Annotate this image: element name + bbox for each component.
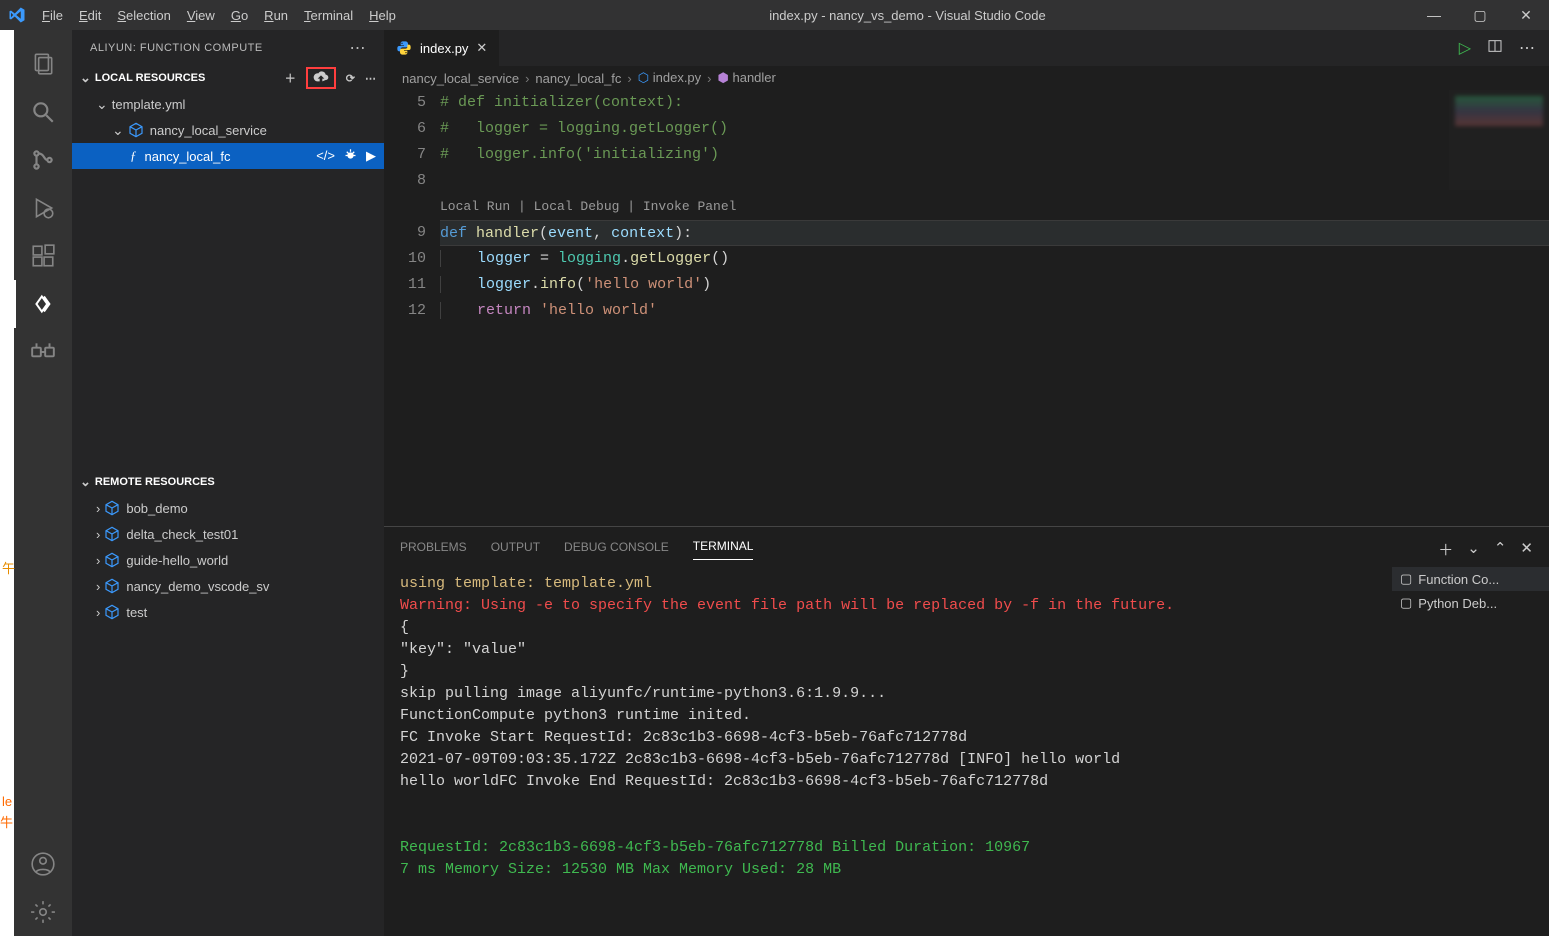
package-icon — [104, 604, 120, 620]
chevron-right-icon: › — [96, 527, 100, 542]
chevron-right-icon: › — [96, 579, 100, 594]
menu-file[interactable]: File — [34, 8, 71, 23]
external-left-strip: 午 le 牛 — [0, 30, 14, 936]
window-controls: ― ▢ ✕ — [1411, 7, 1549, 24]
refresh-icon[interactable]: ⟳ — [346, 72, 355, 85]
python-file-icon — [396, 40, 412, 56]
service-item[interactable]: ⌄ nancy_local_service — [72, 117, 384, 143]
function-icon: ƒ — [130, 148, 137, 164]
bug-icon[interactable] — [343, 148, 358, 164]
package-icon — [104, 578, 120, 594]
search-icon[interactable] — [14, 88, 72, 136]
minimize-button[interactable]: ― — [1411, 7, 1457, 24]
sidebar-title: ALIYUN: FUNCTION COMPUTE ⋯ — [72, 30, 384, 65]
new-terminal-icon[interactable]: ＋ — [1438, 539, 1453, 560]
package-icon — [104, 526, 120, 542]
terminal-entry[interactable]: ▢Function Co... — [1392, 567, 1549, 591]
code-editor[interactable]: 56789101112 # def initializer(context):#… — [384, 90, 1549, 526]
chevron-down-icon: ⌄ — [96, 96, 108, 113]
template-item[interactable]: ⌄ template.yml — [72, 91, 384, 117]
terminal-entry[interactable]: ▢Python Deb... — [1392, 591, 1549, 615]
menu-bar: FileEditSelectionViewGoRunTerminalHelp — [34, 8, 404, 23]
breadcrumb-item[interactable]: ⬡ index.py — [638, 70, 701, 86]
vscode-logo-icon — [0, 6, 34, 24]
account-icon[interactable] — [14, 840, 72, 888]
close-button[interactable]: ✕ — [1503, 7, 1549, 24]
chevron-down-icon: ⌄ — [80, 70, 91, 86]
menu-go[interactable]: Go — [223, 8, 256, 23]
remote-item[interactable]: ›guide-hello_world — [72, 547, 384, 573]
tab-index-py[interactable]: index.py ✕ — [384, 30, 499, 66]
deploy-cloud-icon[interactable] — [306, 67, 336, 89]
aliyun-extension-icon[interactable] — [14, 280, 72, 328]
panel-tab-debug-console[interactable]: DEBUG CONSOLE — [564, 540, 669, 560]
chevron-down-icon: ⌄ — [112, 122, 124, 139]
breadcrumb-item[interactable]: nancy_local_fc — [535, 71, 621, 86]
package-icon — [128, 122, 144, 138]
panel-tab-terminal[interactable]: TERMINAL — [693, 539, 754, 560]
window-title: index.py - nancy_vs_demo - Visual Studio… — [404, 8, 1411, 23]
minimap[interactable] — [1449, 90, 1549, 190]
sidebar: ALIYUN: FUNCTION COMPUTE ⋯ ⌄ LOCAL RESOU… — [72, 30, 384, 936]
menu-terminal[interactable]: Terminal — [296, 8, 361, 23]
chevron-down-icon: ⌄ — [80, 474, 91, 490]
breadcrumb-item[interactable]: nancy_local_service — [402, 71, 519, 86]
chevron-right-icon: › — [96, 501, 100, 516]
remote-item[interactable]: ›bob_demo — [72, 495, 384, 521]
editor-more-icon[interactable]: ⋯ — [1519, 38, 1535, 58]
breadcrumb-item[interactable]: ⬢ handler — [718, 70, 776, 86]
panel-tab-output[interactable]: OUTPUT — [491, 540, 540, 560]
run-debug-icon[interactable] — [14, 184, 72, 232]
activity-bar — [14, 30, 72, 936]
play-icon[interactable]: ▶ — [366, 148, 376, 164]
function-item[interactable]: ƒ nancy_local_fc </> ▶ — [72, 143, 384, 169]
remote-item[interactable]: ›delta_check_test01 — [72, 521, 384, 547]
maximize-button[interactable]: ▢ — [1457, 7, 1503, 24]
remote-icon[interactable] — [14, 328, 72, 376]
section-more-icon[interactable]: ⋯ — [365, 72, 376, 85]
terminal-icon: ▢ — [1400, 595, 1412, 611]
terminal-list: ▢Function Co...▢Python Deb... — [1391, 561, 1549, 936]
code-icon[interactable]: </> — [316, 148, 335, 164]
source-control-icon[interactable] — [14, 136, 72, 184]
chevron-right-icon: › — [96, 605, 100, 620]
local-resources-header[interactable]: ⌄ LOCAL RESOURCES ＋ ⟳ ⋯ — [72, 65, 384, 91]
explorer-icon[interactable] — [14, 40, 72, 88]
panel: PROBLEMSOUTPUTDEBUG CONSOLETERMINAL ＋ ⌄ … — [384, 526, 1549, 936]
terminal-icon: ▢ — [1400, 571, 1412, 587]
panel-tab-problems[interactable]: PROBLEMS — [400, 540, 467, 560]
package-icon — [104, 552, 120, 568]
split-editor-icon[interactable] — [1487, 38, 1503, 58]
remote-item[interactable]: ›test — [72, 599, 384, 625]
editor-area: index.py ✕ ▷ ⋯ nancy_local_service›nancy… — [384, 30, 1549, 936]
chevron-right-icon: › — [96, 553, 100, 568]
menu-run[interactable]: Run — [256, 8, 296, 23]
run-file-icon[interactable]: ▷ — [1459, 38, 1471, 58]
extensions-icon[interactable] — [14, 232, 72, 280]
panel-tabs: PROBLEMSOUTPUTDEBUG CONSOLETERMINAL ＋ ⌄ … — [384, 527, 1549, 561]
tab-close-icon[interactable]: ✕ — [476, 40, 487, 56]
menu-selection[interactable]: Selection — [109, 8, 178, 23]
sidebar-more-icon[interactable]: ⋯ — [350, 38, 367, 58]
panel-maximize-icon[interactable]: ⌃ — [1494, 539, 1507, 560]
settings-gear-icon[interactable] — [14, 888, 72, 936]
title-bar: FileEditSelectionViewGoRunTerminalHelp i… — [0, 0, 1549, 30]
codelens[interactable]: Local Run | Local Debug | Invoke Panel — [440, 194, 1549, 220]
terminal-output[interactable]: using template: template.ymlWarning: Usi… — [384, 561, 1391, 936]
panel-close-icon[interactable]: ✕ — [1520, 539, 1533, 560]
menu-help[interactable]: Help — [361, 8, 404, 23]
remote-item[interactable]: ›nancy_demo_vscode_sv — [72, 573, 384, 599]
terminal-dropdown-icon[interactable]: ⌄ — [1467, 539, 1480, 560]
menu-edit[interactable]: Edit — [71, 8, 109, 23]
add-icon[interactable]: ＋ — [285, 70, 296, 86]
breadcrumb[interactable]: nancy_local_service›nancy_local_fc›⬡ ind… — [384, 66, 1549, 90]
menu-view[interactable]: View — [179, 8, 223, 23]
editor-tabs: index.py ✕ ▷ ⋯ — [384, 30, 1549, 66]
remote-resources-header[interactable]: ⌄ REMOTE RESOURCES — [72, 469, 384, 495]
package-icon — [104, 500, 120, 516]
